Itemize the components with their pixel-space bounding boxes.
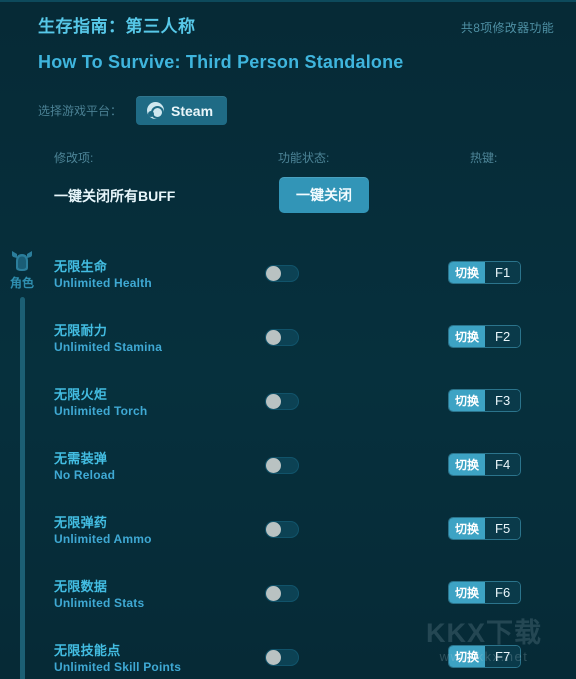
cheat-name-en: Unlimited Stats bbox=[54, 596, 145, 610]
cheat-row: 无限数据 Unlimited Stats 切换 F6 bbox=[0, 570, 576, 634]
cheat-labels: 无限耐力 Unlimited Stamina bbox=[54, 322, 162, 356]
hotkey-action-label: 切换 bbox=[449, 326, 486, 347]
cheat-row: 无限生命 Unlimited Health 切换 F1 bbox=[0, 250, 576, 314]
cheat-labels: 无限数据 Unlimited Stats bbox=[54, 578, 144, 612]
cheat-toggle[interactable] bbox=[265, 265, 299, 282]
cheat-name-cn: 无限数据 bbox=[54, 579, 108, 594]
platform-row: 选择游戏平台： Steam bbox=[0, 96, 576, 125]
cheat-row: 无限火炬 Unlimited Torch 切换 F3 bbox=[0, 378, 576, 442]
hotkey-action-label: 切换 bbox=[449, 582, 486, 603]
column-headers: 修改项: 功能状态: 热键: bbox=[0, 149, 576, 173]
cheat-name-cn: 无限技能点 bbox=[54, 643, 121, 658]
hotkey-action-label: 切换 bbox=[449, 262, 486, 283]
hotkey-action-label: 切换 bbox=[449, 390, 486, 411]
cheat-labels: 无限火炬 Unlimited Torch bbox=[54, 386, 147, 420]
cheat-name-en: Unlimited Stamina bbox=[54, 340, 163, 354]
cheat-row: 无限耐力 Unlimited Stamina 切换 F2 bbox=[0, 314, 576, 378]
cheat-labels: 无限技能点 Unlimited Skill Points bbox=[54, 642, 181, 676]
hotkey-key-label: F1 bbox=[485, 262, 521, 283]
toggle-knob bbox=[266, 330, 281, 345]
cheat-labels: 无需装弹 No Reload bbox=[54, 450, 115, 484]
cheat-labels: 无限弹药 Unlimited Ammo bbox=[54, 514, 152, 548]
trainer-window: 生存指南：第三人称 共8项修改器功能 How To Survive: Third… bbox=[0, 0, 576, 679]
cheat-labels: 无限生命 Unlimited Health bbox=[54, 258, 152, 292]
hotkey-key-label: F6 bbox=[485, 582, 521, 603]
cheat-hotkey[interactable]: 切换 F2 bbox=[448, 325, 522, 348]
cheat-toggle[interactable] bbox=[265, 393, 299, 410]
hotkey-key-label: F7 bbox=[485, 646, 521, 667]
cheat-row: 无需装弹 No Reload 切换 F4 bbox=[0, 442, 576, 506]
column-header-state: 功能状态: bbox=[278, 151, 330, 165]
hotkey-action-label: 切换 bbox=[449, 518, 486, 539]
cheat-name-cn: 无限耐力 bbox=[54, 323, 108, 338]
cheat-toggle[interactable] bbox=[265, 649, 299, 666]
cheat-hotkey[interactable]: 切换 F6 bbox=[448, 581, 522, 604]
cheat-row: 无限弹药 Unlimited Ammo 切换 F5 bbox=[0, 506, 576, 570]
feature-count: 共8项修改器功能 bbox=[460, 21, 554, 35]
toggle-knob bbox=[266, 266, 281, 281]
platform-label: 选择游戏平台： bbox=[38, 104, 123, 118]
column-header-hotkey: 热键: bbox=[470, 151, 498, 165]
cheat-name-en: Unlimited Ammo bbox=[54, 532, 152, 546]
column-header-mod: 修改项: bbox=[54, 151, 94, 165]
cheat-hotkey[interactable]: 切换 F4 bbox=[448, 453, 522, 476]
cheat-name-cn: 无限生命 bbox=[54, 259, 108, 274]
cheat-row: 无限技能点 Unlimited Skill Points 切换 F7 bbox=[0, 634, 576, 679]
cheat-hotkey[interactable]: 切换 F1 bbox=[448, 261, 522, 284]
hotkey-key-label: F2 bbox=[485, 326, 521, 347]
page-title-en: How To Survive: Third Person Standalone bbox=[38, 52, 404, 72]
hotkey-key-label: F4 bbox=[485, 454, 521, 475]
toggle-knob bbox=[266, 650, 281, 665]
toggle-knob bbox=[266, 394, 281, 409]
toggle-knob bbox=[266, 586, 281, 601]
cheat-toggle[interactable] bbox=[265, 521, 299, 538]
platform-steam-label: Steam bbox=[171, 102, 214, 119]
cheat-name-en: Unlimited Skill Points bbox=[54, 660, 182, 674]
cheat-name-en: Unlimited Health bbox=[54, 276, 152, 290]
global-off-label: 一键关闭所有BUFF bbox=[54, 188, 176, 204]
cheat-toggle[interactable] bbox=[265, 329, 299, 346]
cheat-hotkey[interactable]: 切换 F3 bbox=[448, 389, 522, 412]
hotkey-key-label: F3 bbox=[485, 390, 521, 411]
steam-icon bbox=[147, 102, 165, 119]
cheat-list: 无限生命 Unlimited Health 切换 F1 无限耐力 Unlimited St… bbox=[0, 250, 576, 679]
cheat-name-cn: 无限弹药 bbox=[54, 515, 108, 530]
hotkey-key-label: F5 bbox=[485, 518, 521, 539]
cheat-toggle[interactable] bbox=[265, 585, 299, 602]
platform-steam-button[interactable]: Steam bbox=[136, 96, 228, 125]
cheat-name-cn: 无限火炬 bbox=[54, 387, 108, 402]
toggle-knob bbox=[266, 522, 281, 537]
global-off-button[interactable]: 一键关闭 bbox=[279, 177, 369, 213]
cheat-name-cn: 无需装弹 bbox=[54, 451, 108, 466]
global-off-row: 一键关闭所有BUFF 一键关闭 bbox=[0, 173, 576, 229]
cheat-toggle[interactable] bbox=[265, 457, 299, 474]
cheat-name-en: No Reload bbox=[54, 468, 116, 482]
cheat-hotkey[interactable]: 切换 F5 bbox=[448, 517, 522, 540]
cheat-hotkey[interactable]: 切换 F7 bbox=[448, 645, 522, 668]
header: 生存指南：第三人称 共8项修改器功能 How To Survive: Third… bbox=[0, 2, 576, 74]
toggle-knob bbox=[266, 458, 281, 473]
hotkey-action-label: 切换 bbox=[449, 454, 486, 475]
cheat-name-en: Unlimited Torch bbox=[54, 404, 148, 418]
hotkey-action-label: 切换 bbox=[449, 646, 486, 667]
